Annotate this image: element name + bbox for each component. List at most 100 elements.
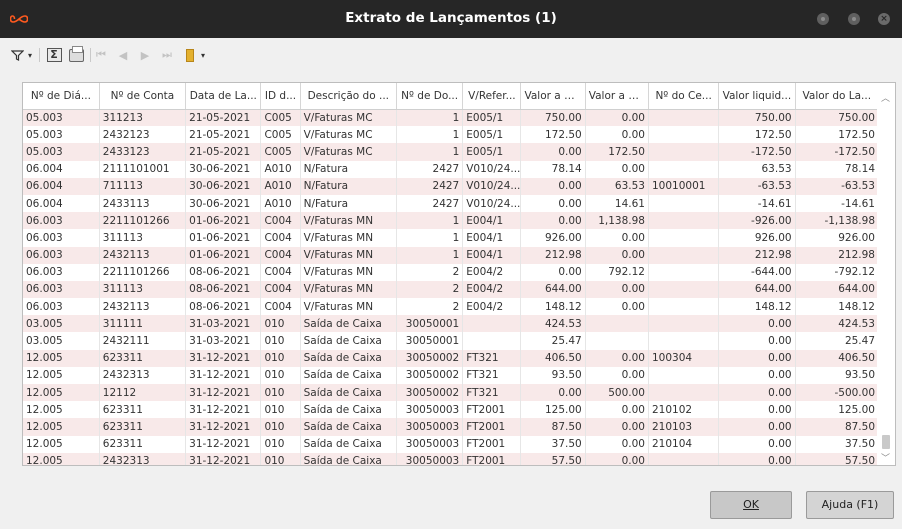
- column-header[interactable]: Descrição do ...: [300, 83, 397, 110]
- help-button[interactable]: Ajuda (F1): [806, 491, 894, 519]
- first-record-icon[interactable]: ⏮: [94, 46, 108, 64]
- table-cell: E005/1: [462, 143, 522, 161]
- table-cell: 406.50: [795, 349, 880, 367]
- table-row[interactable]: 12.005 623311 31-12-2021 010 Saída de Caixa 3…: [23, 401, 880, 419]
- vertical-scrollbar[interactable]: ︿ ﹀: [877, 83, 895, 465]
- column-header[interactable]: Valor do La...: [795, 83, 880, 110]
- column-header[interactable]: Valor liquid...: [718, 83, 796, 110]
- sum-icon[interactable]: Σ: [46, 46, 62, 64]
- previous-record-icon[interactable]: ◀: [116, 46, 130, 64]
- ok-button[interactable]: OK: [710, 491, 792, 519]
- table-cell: 623311: [99, 418, 187, 436]
- table-row[interactable]: 06.004 711113 30-06-2021 A010 N/Fatura 2427 V0…: [23, 177, 880, 195]
- table-row[interactable]: 06.004 2433113 30-06-2021 A010 N/Fatura 2427 V…: [23, 194, 880, 213]
- table-cell: 10010001: [648, 177, 720, 195]
- table-cell: 212.98: [795, 246, 880, 264]
- table-cell: V/Faturas MN: [300, 298, 397, 316]
- table-cell: 0.00: [585, 126, 649, 144]
- table-cell: 711113: [99, 177, 187, 195]
- table-cell: 212.98: [520, 246, 586, 264]
- table-cell: 25.47: [520, 332, 586, 350]
- table-cell: 57.50: [795, 452, 880, 465]
- table-cell: 100304: [648, 349, 720, 367]
- table-cell: 06.003: [23, 280, 100, 299]
- table-cell: 30050001: [396, 332, 464, 350]
- table-cell: [648, 366, 720, 384]
- filter-dropdown-caret[interactable]: ▾: [25, 46, 35, 64]
- next-record-icon[interactable]: ▶: [138, 46, 152, 64]
- table-row[interactable]: 06.003 2432113 08-06-2021 C004 V/Faturas MN 2…: [23, 298, 880, 316]
- table-cell: 172.50: [795, 126, 880, 144]
- table-cell: [585, 315, 649, 333]
- column-header[interactable]: V/Refer...: [462, 83, 522, 110]
- table-cell: 06.003: [23, 263, 100, 281]
- table-cell: 05.003: [23, 143, 100, 161]
- table-row[interactable]: 06.003 311113 01-06-2021 C004 V/Faturas MN 1 E…: [23, 229, 880, 247]
- table-cell: 06.004: [23, 177, 100, 195]
- table-cell: 2427: [396, 177, 464, 195]
- table-cell: 0.00: [520, 384, 586, 402]
- table-cell: 31-03-2021: [185, 315, 262, 333]
- table-cell: 210104: [648, 435, 720, 453]
- column-header[interactable]: Nº de Conta: [99, 83, 187, 110]
- table-cell: 0.00: [718, 452, 796, 465]
- table-cell: FT321: [462, 384, 522, 402]
- minimize-button[interactable]: [817, 13, 829, 25]
- table-cell: 750.00: [520, 109, 586, 127]
- table-cell: 0.00: [520, 177, 586, 195]
- entries-grid[interactable]: Nº de Diá... Nº de Conta Data de La... ID d…: [22, 82, 896, 466]
- last-record-icon[interactable]: ⏭: [160, 46, 174, 64]
- table-cell: 1: [396, 212, 464, 230]
- table-cell: [462, 315, 522, 333]
- table-cell: 0.00: [718, 366, 796, 384]
- table-cell: 926.00: [520, 229, 586, 247]
- column-header[interactable]: Valor a Cr...: [585, 83, 649, 110]
- table-cell: C004: [260, 212, 301, 230]
- table-cell: N/Fatura: [300, 194, 397, 213]
- table-cell: 21-05-2021: [185, 126, 262, 144]
- column-header[interactable]: Nº de Diá...: [23, 83, 100, 110]
- table-row[interactable]: 12.005 2432313 31-12-2021 010 Saída de Caixa…: [23, 366, 880, 384]
- table-row[interactable]: 12.005 623311 31-12-2021 010 Saída de Caixa 3…: [23, 418, 880, 436]
- print-icon[interactable]: [68, 45, 84, 64]
- table-row[interactable]: 06.003 311113 08-06-2021 C004 V/Faturas MN 2 E…: [23, 280, 880, 299]
- table-cell: 30050001: [396, 315, 464, 333]
- table-cell: 1,138.98: [585, 212, 649, 230]
- table-row[interactable]: 06.003 2211101266 01-06-2021 C004 V/Faturas …: [23, 212, 880, 230]
- table-cell: 01-06-2021: [185, 212, 262, 230]
- column-header[interactable]: Data de La...: [185, 83, 262, 110]
- table-cell: 0.00: [585, 160, 649, 178]
- column-header[interactable]: Valor a D...: [520, 83, 586, 110]
- bookmark-icon[interactable]: [184, 46, 196, 64]
- table-cell: [648, 298, 720, 316]
- bookmark-dropdown-caret[interactable]: ▾: [198, 46, 208, 64]
- column-header[interactable]: ID d...: [260, 83, 301, 110]
- chevron-down-icon[interactable]: ﹀: [881, 451, 890, 464]
- table-cell: -14.61: [718, 194, 796, 213]
- scrollbar-thumb[interactable]: [882, 435, 890, 449]
- table-row[interactable]: 05.003 2433123 21-05-2021 C005 V/Faturas MC 1…: [23, 143, 880, 161]
- table-row[interactable]: 12.005 2432313 31-12-2021 010 Saída de Caixa…: [23, 452, 880, 465]
- table-row[interactable]: 12.005 623311 31-12-2021 010 Saída de Caixa 3…: [23, 435, 880, 453]
- close-button[interactable]: ×: [878, 13, 890, 25]
- table-cell: 010: [260, 401, 301, 419]
- table-row[interactable]: 03.005 2432111 31-03-2021 010 Saída de Caixa…: [23, 332, 880, 350]
- column-header[interactable]: Nº de Do...: [396, 83, 464, 110]
- column-header[interactable]: Nº do Ce...: [648, 83, 720, 110]
- table-row[interactable]: 03.005 311111 31-03-2021 010 Saída de Caixa 3…: [23, 315, 880, 333]
- table-cell: 2432113: [99, 246, 187, 264]
- table-row[interactable]: 12.005 12112 31-12-2021 010 Saída de Caixa 30…: [23, 384, 880, 402]
- table-row[interactable]: 05.003 2432123 21-05-2021 C005 V/Faturas MC 1…: [23, 126, 880, 144]
- table-row[interactable]: 06.003 2211101266 08-06-2021 C004 V/Faturas …: [23, 263, 880, 281]
- table-row[interactable]: 06.003 2432113 01-06-2021 C004 V/Faturas MN 1…: [23, 246, 880, 264]
- table-cell: 2433123: [99, 143, 187, 161]
- table-row[interactable]: 06.004 2111101001 30-06-2021 A010 N/Fatura 24…: [23, 160, 880, 178]
- chevron-up-icon[interactable]: ︿: [881, 91, 890, 104]
- table-row[interactable]: 12.005 623311 31-12-2021 010 Saída de Caixa 3…: [23, 349, 880, 367]
- table-cell: [648, 246, 720, 264]
- table-cell: Saída de Caixa: [300, 401, 397, 419]
- table-row[interactable]: 05.003 311213 21-05-2021 C005 V/Faturas MC 1 E…: [23, 109, 880, 127]
- maximize-button[interactable]: [848, 13, 860, 25]
- filter-icon[interactable]: [10, 46, 24, 64]
- table-cell: 0.00: [585, 435, 649, 453]
